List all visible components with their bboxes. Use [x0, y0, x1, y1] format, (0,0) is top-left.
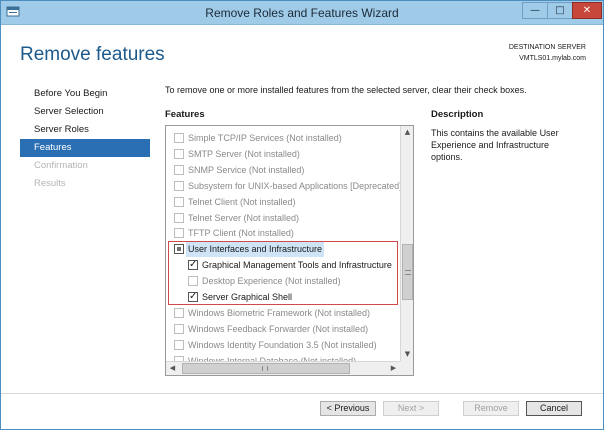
description-text: This contains the available User Experie…: [431, 128, 559, 162]
features-tree[interactable]: Simple TCP/IP Services (Not installed) SM…: [165, 125, 414, 376]
feature-label: Windows Identity Foundation 3.5 (Not ins…: [188, 339, 377, 350]
instructions-text: To remove one or more installed features…: [165, 85, 527, 95]
horizontal-scrollbar[interactable]: ◀ ▶: [166, 361, 400, 375]
vertical-scrollbar[interactable]: ▲ ▼: [400, 126, 413, 361]
feature-label: User Interfaces and Infrastructure: [186, 241, 325, 258]
grip-icon: [405, 270, 411, 275]
feature-checkbox: [174, 323, 184, 334]
feature-checkbox: [174, 180, 184, 191]
maximize-button[interactable]: □: [547, 2, 573, 19]
nav-item-server-roles[interactable]: Server Roles: [20, 121, 150, 139]
nav-item-confirmation: Confirmation: [34, 160, 88, 171]
feature-checkbox: [174, 133, 184, 143]
scroll-down-icon[interactable]: ▼: [401, 348, 413, 361]
feature-label: SNMP Service (Not installed): [188, 164, 305, 175]
feature-label: TFTP Client (Not installed): [188, 228, 294, 239]
feature-label: Desktop Experience (Not installed): [202, 276, 341, 287]
cancel-button[interactable]: Cancel: [526, 401, 582, 416]
feature-checkbox[interactable]: [188, 289, 198, 305]
window-title: Remove Roles and Features Wizard: [205, 6, 399, 20]
previous-button[interactable]: < Previous: [320, 401, 376, 416]
wizard-window: Remove Roles and Features Wizard — □ ✕ R…: [0, 0, 604, 430]
vertical-scroll-thumb[interactable]: [402, 244, 413, 300]
features-list: Simple TCP/IP Services (Not installed) SM…: [166, 126, 400, 361]
feature-checkbox: [174, 212, 184, 223]
horizontal-scroll-thumb[interactable]: [182, 363, 350, 374]
minimize-button[interactable]: —: [522, 2, 548, 19]
destination-server-name: VMTLS01.mylab.com: [519, 55, 586, 62]
feature-checkbox: [174, 307, 184, 318]
nav-item-results: Results: [34, 178, 66, 189]
feature-checkbox: [174, 196, 184, 207]
nav-item-before-you-begin[interactable]: Before You Begin: [20, 85, 150, 103]
feature-checkbox: [174, 148, 184, 159]
feature-label: Windows Biometric Framework (Not install…: [188, 307, 371, 318]
feature-label: Telnet Client (Not installed): [188, 196, 296, 207]
wizard-nav: Before You Begin Server Selection Server…: [20, 85, 150, 193]
feature-checkbox: [174, 228, 184, 239]
nav-item-server-selection[interactable]: Server Selection: [20, 103, 150, 121]
feature-checkbox[interactable]: [188, 257, 198, 273]
feature-checkbox: [188, 276, 198, 287]
feature-checkbox: [174, 339, 184, 350]
scroll-left-icon[interactable]: ◀: [166, 362, 179, 375]
remove-button[interactable]: Remove: [463, 401, 519, 416]
feature-label: Server Graphical Shell: [202, 292, 293, 302]
grip-icon: [262, 366, 268, 371]
close-button[interactable]: ✕: [572, 2, 602, 19]
feature-label: Graphical Management Tools and Infrastru…: [202, 260, 392, 271]
features-heading: Features: [165, 109, 205, 120]
feature-label: Windows Internal Database (Not installed…: [188, 355, 357, 361]
feature-label: Subsystem for UNIX-based Applications [D…: [188, 180, 400, 191]
scroll-corner: [400, 361, 413, 375]
feature-label: Telnet Server (Not installed): [188, 212, 300, 223]
scroll-right-icon[interactable]: ▶: [387, 362, 400, 375]
nav-item-features[interactable]: Features: [20, 139, 150, 157]
scroll-up-icon[interactable]: ▲: [401, 126, 413, 139]
feature-label: SMTP Server (Not installed): [188, 148, 300, 159]
title-bar[interactable]: Remove Roles and Features Wizard — □ ✕: [1, 1, 603, 25]
feature-label: Simple TCP/IP Services (Not installed): [188, 133, 342, 143]
feature-label: Windows Feedback Forwarder (Not installe…: [188, 323, 369, 334]
destination-server-label: DESTINATION SERVER: [508, 44, 586, 51]
feature-checkbox: [174, 164, 184, 175]
page-title: Remove features: [20, 44, 165, 65]
description-heading: Description: [431, 109, 484, 120]
next-button[interactable]: Next >: [383, 401, 439, 416]
feature-checkbox[interactable]: [174, 244, 184, 255]
footer-divider: [1, 393, 603, 394]
